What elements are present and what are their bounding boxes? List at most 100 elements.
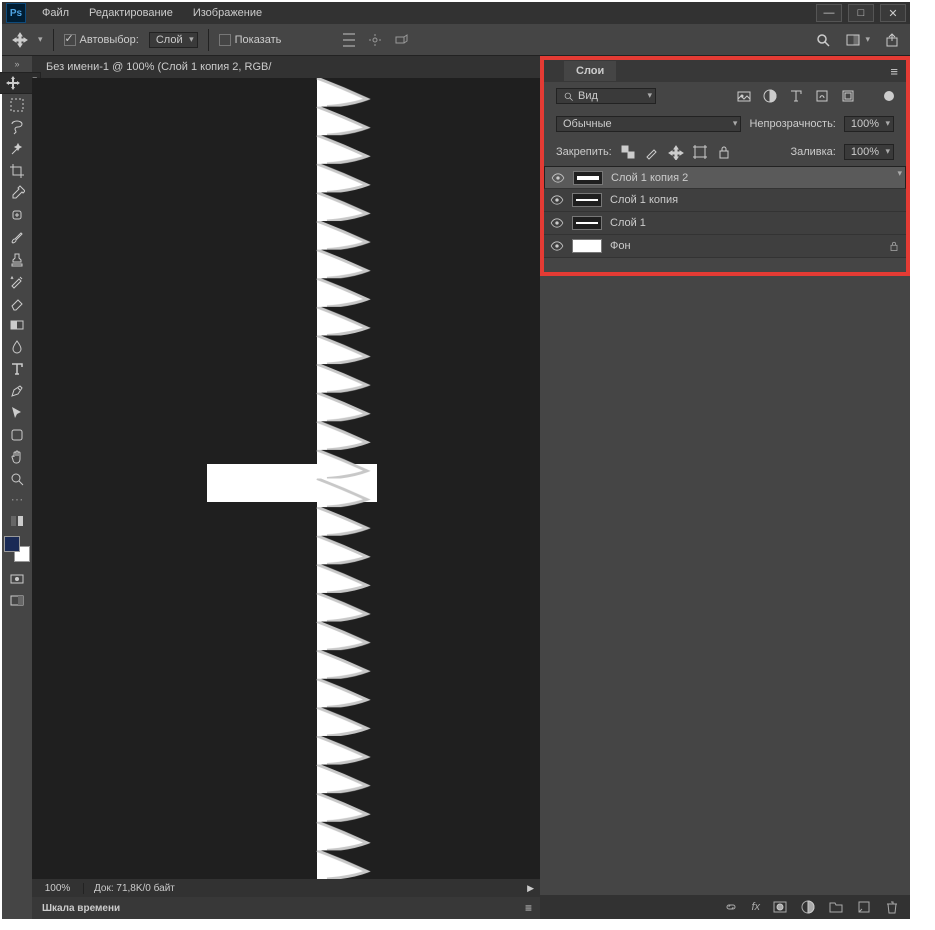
fill-label: Заливка:: [790, 146, 835, 158]
eyedropper-tool[interactable]: [4, 182, 30, 204]
filter-type-icon[interactable]: [788, 88, 804, 104]
blend-mode-select[interactable]: Обычные: [556, 116, 741, 132]
ps-logo: Ps: [6, 3, 26, 23]
brush-tool[interactable]: [4, 226, 30, 248]
lock-paint-icon[interactable]: [644, 144, 660, 160]
canvas[interactable]: [32, 78, 540, 879]
hand-tool[interactable]: [4, 446, 30, 468]
layer-name[interactable]: Фон: [610, 240, 631, 252]
timeline-menu-icon[interactable]: ≡: [525, 901, 532, 915]
lock-all-icon[interactable]: [716, 144, 732, 160]
menubar: Ps Файл Редактирование Изображение — □ ✕: [2, 2, 910, 24]
link-layers-icon[interactable]: [723, 899, 739, 915]
document-tab[interactable]: Без имени-1 @ 100% (Слой 1 копия 2, RGB/: [32, 56, 540, 78]
layer-fx-icon[interactable]: fx: [751, 901, 760, 913]
magic-wand-tool[interactable]: [4, 138, 30, 160]
align-icon[interactable]: [341, 32, 357, 48]
layer-thumb: [572, 193, 602, 207]
shape-tool[interactable]: [4, 424, 30, 446]
window-maximize[interactable]: □: [848, 4, 874, 22]
visibility-icon[interactable]: [550, 195, 564, 205]
stamp-tool[interactable]: [4, 248, 30, 270]
show-checkbox[interactable]: [219, 34, 231, 46]
path-select-tool[interactable]: [4, 402, 30, 424]
visibility-icon[interactable]: [550, 241, 564, 251]
type-tool[interactable]: [4, 358, 30, 380]
menu-image[interactable]: Изображение: [183, 4, 272, 22]
autoselect-target-select[interactable]: Слой: [149, 32, 198, 48]
lasso-tool[interactable]: [4, 116, 30, 138]
layer-row[interactable]: Фон: [544, 235, 906, 258]
layer-mask-icon[interactable]: [772, 899, 788, 915]
tool-palette-expander[interactable]: »: [12, 58, 22, 70]
new-group-icon[interactable]: [828, 899, 844, 915]
screen-mode-tool[interactable]: [4, 590, 30, 612]
zoom-tool[interactable]: [4, 468, 30, 490]
status-more-icon[interactable]: ▶: [527, 883, 534, 894]
window-close[interactable]: ✕: [880, 4, 906, 22]
layers-footer: fx: [540, 895, 910, 919]
healing-tool[interactable]: [4, 204, 30, 226]
opacity-label: Непрозрачность:: [749, 118, 835, 130]
layer-thumb: [573, 171, 603, 185]
crop-tool[interactable]: [4, 160, 30, 182]
show-label: Показать: [235, 34, 282, 46]
gradient-tool[interactable]: [4, 314, 30, 336]
lock-artboard-icon[interactable]: [692, 144, 708, 160]
filter-smart-icon[interactable]: [840, 88, 856, 104]
history-brush-tool[interactable]: [4, 270, 30, 292]
pen-tool[interactable]: [4, 380, 30, 402]
workspace-dropdown-icon[interactable]: ▾: [865, 34, 870, 45]
lock-position-icon[interactable]: [668, 144, 684, 160]
eraser-tool[interactable]: [4, 292, 30, 314]
distribute-icon[interactable]: [367, 32, 383, 48]
layer-list: Слой 1 копия 2 Слой 1 копия Слой 1: [544, 166, 906, 258]
status-bar: 100% Док: 71,8K/0 байт ▶: [32, 879, 540, 897]
blur-tool[interactable]: [4, 336, 30, 358]
layer-thumb: [572, 239, 602, 253]
layers-panel: Слои ≡ Вид: [540, 56, 910, 276]
lock-icon[interactable]: [888, 240, 900, 252]
layer-name[interactable]: Слой 1 копия: [610, 194, 678, 206]
window-minimize[interactable]: —: [816, 4, 842, 22]
layer-thumb: [572, 216, 602, 230]
options-bar: ▾ Автовыбор: Слой Показать ▾: [2, 24, 910, 56]
timeline-panel: Шкала времени ≡: [32, 897, 540, 919]
filter-pixel-icon[interactable]: [736, 88, 752, 104]
new-layer-icon[interactable]: [856, 899, 872, 915]
share-icon[interactable]: [884, 32, 900, 48]
layer-kind-select[interactable]: Вид: [556, 88, 656, 104]
visibility-icon[interactable]: [551, 173, 565, 183]
filter-adjust-icon[interactable]: [762, 88, 778, 104]
opacity-value[interactable]: 100%: [844, 116, 894, 132]
zoom-value[interactable]: 100%: [32, 883, 84, 894]
search-icon[interactable]: [815, 32, 831, 48]
delete-layer-icon[interactable]: [884, 899, 900, 915]
layer-row[interactable]: Слой 1: [544, 212, 906, 235]
menu-edit[interactable]: Редактирование: [79, 4, 183, 22]
filter-shape-icon[interactable]: [814, 88, 830, 104]
menu-file[interactable]: Файл: [32, 4, 79, 22]
adjustment-layer-icon[interactable]: [800, 899, 816, 915]
visibility-icon[interactable]: [550, 218, 564, 228]
layers-menu-icon[interactable]: ≡: [890, 64, 898, 79]
marquee-tool[interactable]: [4, 94, 30, 116]
3d-mode-icon[interactable]: [393, 32, 409, 48]
workspace-icon[interactable]: [845, 32, 861, 48]
layer-row[interactable]: Слой 1 копия 2: [544, 166, 906, 189]
quick-mask-tool[interactable]: [4, 568, 30, 590]
layers-tab[interactable]: Слои: [564, 61, 616, 81]
layer-row[interactable]: Слой 1 копия: [544, 189, 906, 212]
fill-value[interactable]: 100%: [844, 144, 894, 160]
tool-more-icon[interactable]: ⋯: [11, 492, 24, 508]
edit-toolbar[interactable]: [4, 510, 30, 532]
lock-label: Закрепить:: [556, 146, 612, 158]
timeline-tab[interactable]: Шкала времени: [32, 899, 130, 918]
layer-name[interactable]: Слой 1: [610, 217, 646, 229]
layer-name[interactable]: Слой 1 копия 2: [611, 172, 688, 184]
autoselect-checkbox[interactable]: [64, 34, 76, 46]
dropdown-icon[interactable]: ▾: [38, 34, 43, 45]
filter-toggle[interactable]: [884, 91, 894, 101]
color-swatches[interactable]: [4, 536, 30, 562]
lock-transparent-icon[interactable]: [620, 144, 636, 160]
